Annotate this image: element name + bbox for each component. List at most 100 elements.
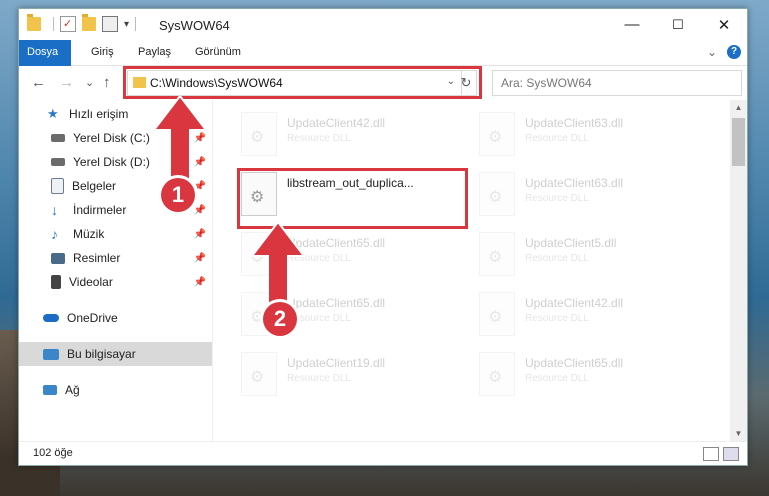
help-icon[interactable]: ?	[727, 45, 741, 59]
address-highlight-box	[123, 66, 482, 99]
sidebar-item-music[interactable]: ♪ Müzik 📌	[19, 222, 212, 246]
expand-ribbon-icon[interactable]: ⌄	[707, 45, 717, 59]
explorer-window: ✓ ▾ SysWOW64 — ☐ ✕ Dosya Giriş Paylaş Gö…	[18, 8, 748, 466]
dll-file-icon	[479, 172, 515, 216]
pin-icon[interactable]: 📌	[194, 205, 206, 216]
sidebar-item-label: İndirmeler	[73, 203, 127, 217]
file-item[interactable]: UpdateClient63.dll Resource DLL	[479, 168, 699, 224]
file-item[interactable]: UpdateClient65.dll Resource DLL	[479, 348, 699, 404]
file-name: UpdateClient42.dll	[287, 116, 386, 130]
tab-view[interactable]: Görünüm	[185, 40, 251, 65]
file-type: Resource DLL	[525, 133, 589, 144]
title-bar: ✓ ▾ SysWOW64 — ☐ ✕	[19, 9, 747, 40]
sidebar-item-label: Yerel Disk (C:)	[73, 131, 150, 145]
drive-icon	[51, 158, 65, 166]
sidebar-item-label: Bu bilgisayar	[67, 347, 136, 361]
new-folder-icon[interactable]	[82, 14, 96, 31]
step-2-badge: 2	[263, 302, 297, 336]
file-name: UpdateClient5.dll	[525, 236, 617, 250]
computer-icon	[43, 348, 59, 360]
window-title: SysWOW64	[159, 18, 230, 33]
sidebar-item-label: OneDrive	[67, 311, 118, 325]
sidebar-item-pictures[interactable]: Resimler 📌	[19, 246, 212, 270]
forward-button[interactable]: →	[59, 74, 74, 91]
dll-file-icon	[241, 352, 277, 396]
pin-icon[interactable]: 📌	[194, 229, 206, 240]
file-item[interactable]: UpdateClient42.dll Resource DLL	[241, 108, 461, 164]
pictures-icon	[51, 252, 65, 264]
pin-icon[interactable]: 📌	[194, 277, 206, 288]
dll-file-icon	[479, 112, 515, 156]
file-type: Resource DLL	[287, 373, 351, 384]
pin-icon[interactable]: 📌	[194, 253, 206, 264]
file-type: Resource DLL	[525, 253, 589, 264]
ribbon-tabs: Dosya Giriş Paylaş Görünüm ⌄ ?	[19, 40, 747, 96]
vertical-scrollbar[interactable]: ▲ ▼	[730, 100, 747, 442]
sidebar-item-label: Hızlı erişim	[69, 107, 129, 121]
dll-file-icon	[241, 112, 277, 156]
video-icon	[51, 275, 61, 289]
back-button[interactable]: ←	[31, 74, 46, 91]
sidebar-item-label: Müzik	[73, 227, 105, 241]
qa-dropdown-icon[interactable]: ▾	[124, 19, 129, 30]
scroll-thumb[interactable]	[732, 118, 745, 166]
cloud-icon	[43, 314, 59, 322]
sidebar-item-label: Videolar	[69, 275, 113, 289]
details-view-icon[interactable]	[703, 447, 719, 461]
search-box[interactable]: Ara: SysWOW64	[492, 70, 742, 96]
recent-locations-button[interactable]: ⌄	[85, 76, 94, 89]
dll-file-icon	[479, 292, 515, 336]
sidebar-item-label: Belgeler	[72, 179, 117, 193]
file-name: UpdateClient42.dll	[525, 296, 624, 310]
file-item[interactable]: UpdateClient5.dll Resource DLL	[479, 228, 699, 284]
large-icons-view-icon[interactable]	[723, 447, 739, 461]
file-type: Resource DLL	[525, 313, 589, 324]
sidebar-item-onedrive[interactable]: OneDrive	[19, 306, 212, 330]
network-icon	[43, 385, 57, 395]
download-icon: ↓	[51, 202, 58, 218]
customize-icon[interactable]	[102, 16, 118, 32]
scroll-down-icon[interactable]: ▼	[730, 426, 747, 442]
up-button[interactable]: ↑	[103, 74, 111, 91]
file-item[interactable]: UpdateClient19.dll Resource DLL	[241, 348, 461, 404]
star-icon: ★	[47, 106, 59, 121]
step-1-badge: 1	[161, 178, 195, 212]
file-name: UpdateClient65.dll	[525, 356, 624, 370]
divider	[135, 17, 137, 31]
sidebar-item-network[interactable]: Ağ	[19, 378, 212, 402]
file-type: Resource DLL	[525, 193, 589, 204]
ribbon-controls: ⌄ ?	[707, 45, 741, 59]
sidebar-item-videos[interactable]: Videolar 📌	[19, 270, 212, 294]
dll-file-icon	[479, 352, 515, 396]
file-item[interactable]: UpdateClient63.dll Resource DLL	[479, 108, 699, 164]
drive-icon	[51, 134, 65, 142]
music-icon: ♪	[51, 226, 58, 242]
sidebar-item-this-pc[interactable]: Bu bilgisayar	[19, 342, 212, 366]
tab-share[interactable]: Paylaş	[128, 40, 181, 65]
close-button[interactable]: ✕	[701, 9, 747, 40]
document-icon	[51, 178, 64, 194]
search-placeholder: Ara: SysWOW64	[501, 76, 592, 90]
divider	[53, 17, 54, 31]
file-highlight-box	[237, 168, 468, 229]
file-type: Resource DLL	[525, 373, 589, 384]
maximize-button[interactable]: ☐	[655, 9, 701, 40]
file-type: Resource DLL	[287, 133, 351, 144]
properties-icon[interactable]: ✓	[60, 16, 76, 32]
scroll-up-icon[interactable]: ▲	[730, 100, 747, 116]
quick-access-toolbar: ✓ ▾	[27, 14, 142, 32]
file-name: UpdateClient63.dll	[525, 176, 624, 190]
status-bar: 102 öğe	[19, 441, 747, 465]
file-name: UpdateClient19.dll	[287, 356, 386, 370]
sidebar-item-label: Resimler	[73, 251, 121, 265]
tab-home[interactable]: Giriş	[81, 40, 124, 65]
sidebar-item-label: Ağ	[65, 383, 80, 397]
navigation-bar: ← → ⌄ ↑ C:\Windows\SysWOW64 ⌄ ↻ Ara: Sys…	[19, 66, 747, 100]
dll-file-icon	[479, 232, 515, 276]
item-count: 102 öğe	[33, 447, 73, 459]
sidebar-item-label: Yerel Disk (D:)	[73, 155, 150, 169]
minimize-button[interactable]: —	[609, 9, 655, 40]
folder-icon	[27, 14, 41, 31]
file-name: UpdateClient63.dll	[525, 116, 624, 130]
file-item[interactable]: UpdateClient42.dll Resource DLL	[479, 288, 699, 344]
